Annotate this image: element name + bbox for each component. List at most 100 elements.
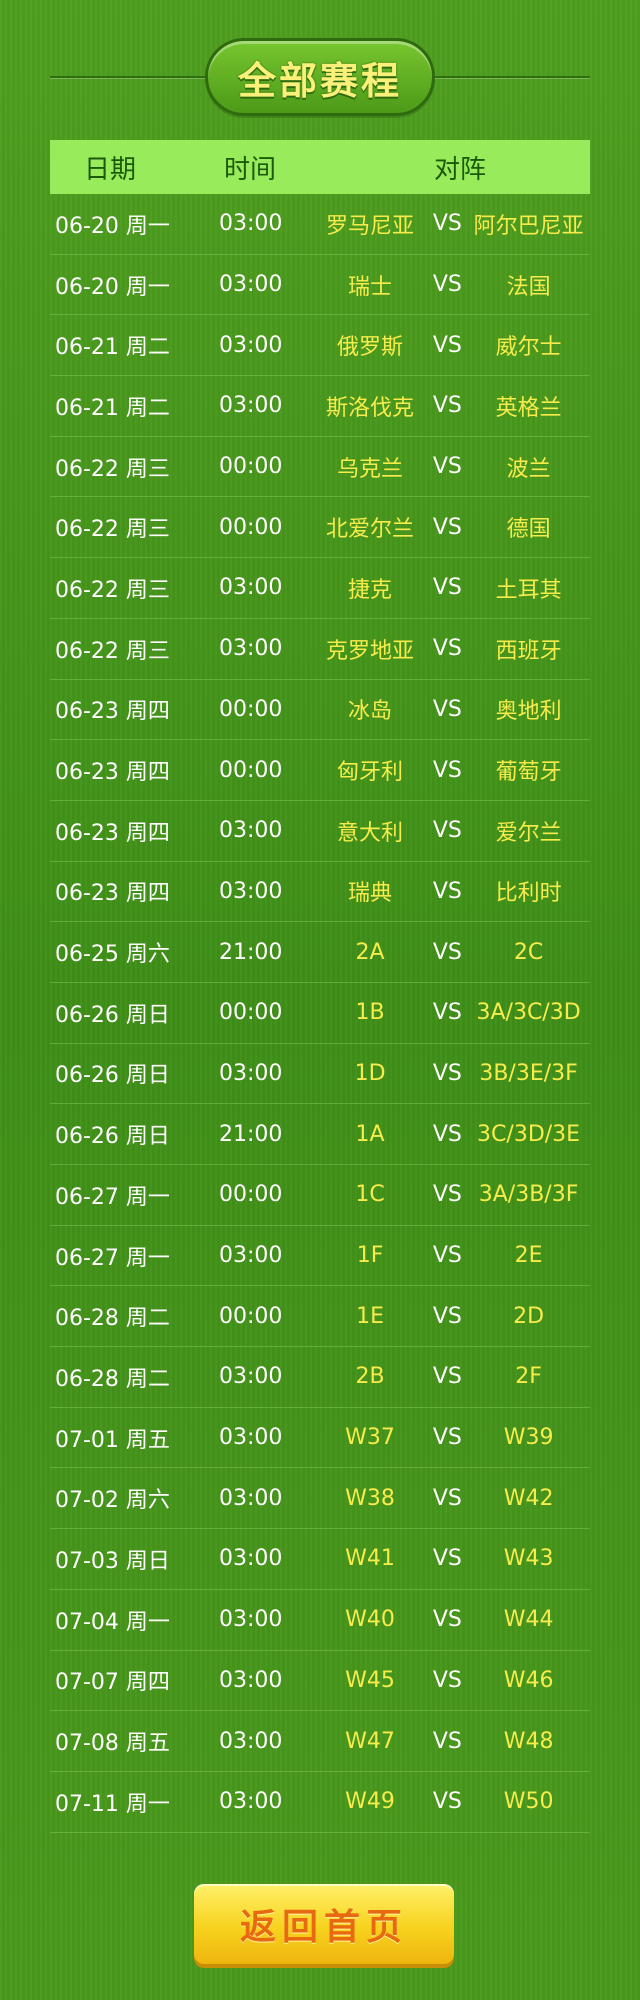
match-time: 00:00 (218, 696, 283, 722)
table-row: 07-01 周五 03:00 W37 VS W39 (50, 1408, 590, 1469)
back-home-button[interactable]: 返回首页 (194, 1884, 454, 1964)
match-date: 07-02 周六 (55, 1488, 170, 1514)
table-body: 06-20 周一 03:00 罗马尼亚 VS 阿尔巴尼亚 06-20 周一 03:00 瑞士 V… (50, 194, 590, 1833)
team-b: W43 (503, 1546, 554, 1572)
match-date: 06-26 周日 (55, 1002, 170, 1028)
match-date: 06-22 周三 (55, 577, 170, 603)
vs-label: VS (432, 1607, 462, 1633)
match-time: 03:00 (218, 393, 283, 419)
team-a: 罗马尼亚 (326, 213, 415, 239)
team-a: 1C (355, 1182, 385, 1208)
team-b: 英格兰 (495, 395, 562, 421)
page-title: 全部赛程 (237, 58, 402, 103)
match-date: 06-20 周一 (55, 213, 170, 239)
table-row: 06-21 周二 03:00 斯洛伐克 VS 英格兰 (50, 376, 590, 437)
match-time: 03:00 (218, 1728, 283, 1754)
title-section: 全部赛程 (0, 34, 640, 120)
team-a: 捷克 (348, 577, 393, 603)
vs-label: VS (432, 939, 462, 965)
match-date: 06-27 周一 (55, 1184, 170, 1210)
team-b: W48 (503, 1728, 554, 1754)
table-row: 06-26 周日 21:00 1A VS 3C/3D/3E (50, 1104, 590, 1165)
match-date: 06-23 周四 (55, 699, 170, 725)
table-row: 06-20 周一 03:00 罗马尼亚 VS 阿尔巴尼亚 (50, 194, 590, 255)
match-time: 03:00 (218, 1546, 283, 1572)
team-a: 俄罗斯 (337, 335, 404, 361)
match-date: 06-21 周二 (55, 395, 170, 421)
team-b: 阿尔巴尼亚 (473, 213, 584, 239)
team-a: 匈牙利 (337, 760, 404, 786)
vs-label: VS (432, 1728, 462, 1754)
team-b: 西班牙 (495, 638, 562, 664)
match-time: 00:00 (218, 454, 283, 480)
match-time: 03:00 (218, 272, 283, 298)
team-a: 1D (354, 1060, 386, 1086)
table-row: 06-23 周四 03:00 意大利 VS 爱尔兰 (50, 801, 590, 862)
team-b: 2C (513, 939, 544, 965)
match-time: 03:00 (218, 211, 283, 237)
team-a: W49 (345, 1789, 395, 1815)
team-a: 2B (355, 1364, 385, 1390)
team-a: 瑞士 (348, 274, 393, 300)
table-row: 06-22 周三 03:00 克罗地亚 VS 西班牙 (50, 619, 590, 680)
header-date: 日期 (83, 154, 136, 185)
table-row: 06-25 周六 21:00 2A VS 2C (50, 922, 590, 983)
vs-label: VS (432, 1364, 462, 1390)
match-time: 03:00 (218, 1789, 283, 1815)
vs-label: VS (432, 878, 462, 904)
team-b: W42 (503, 1485, 554, 1511)
team-b: W50 (503, 1789, 554, 1815)
team-b: 3B/3E/3F (479, 1060, 578, 1086)
team-a: 1B (355, 1000, 385, 1026)
match-date: 07-08 周五 (55, 1731, 170, 1757)
match-date: 06-23 周四 (55, 881, 170, 907)
vs-label: VS (432, 757, 462, 783)
table-row: 06-22 周三 00:00 乌克兰 VS 波兰 (50, 437, 590, 498)
table-row: 06-23 周四 03:00 瑞典 VS 比利时 (50, 862, 590, 923)
team-b: 2F (515, 1364, 542, 1390)
vs-label: VS (432, 1789, 462, 1815)
table-row: 07-11 周一 03:00 W49 VS W50 (50, 1772, 590, 1833)
match-date: 06-20 周一 (55, 274, 170, 300)
team-a: 斯洛伐克 (326, 395, 415, 421)
vs-label: VS (432, 575, 462, 601)
team-b: 爱尔兰 (495, 820, 562, 846)
match-date: 07-01 周五 (55, 1427, 170, 1453)
team-b: 土耳其 (495, 577, 562, 603)
back-home-label: 返回首页 (239, 1907, 408, 1948)
table-row: 06-23 周四 00:00 匈牙利 VS 葡萄牙 (50, 740, 590, 801)
vs-label: VS (432, 636, 462, 662)
team-a: 瑞典 (348, 881, 393, 907)
match-time: 03:00 (218, 818, 283, 844)
team-a: 1A (355, 1121, 385, 1147)
table-row: 06-20 周一 03:00 瑞士 VS 法国 (50, 255, 590, 316)
team-a: W41 (345, 1546, 395, 1572)
team-b: 3A/3B/3F (478, 1182, 579, 1208)
team-b: 葡萄牙 (495, 760, 562, 786)
title-badge: 全部赛程 (205, 38, 435, 116)
table-row: 06-28 周二 03:00 2B VS 2F (50, 1347, 590, 1408)
team-b: 波兰 (506, 456, 551, 482)
match-time: 00:00 (218, 1303, 283, 1329)
vs-label: VS (432, 1303, 462, 1329)
team-b: W39 (503, 1425, 554, 1451)
vs-label: VS (432, 1060, 462, 1086)
title-divider-left (50, 76, 210, 78)
match-time: 03:00 (218, 575, 283, 601)
team-a: W37 (345, 1425, 395, 1451)
team-a: W38 (345, 1485, 395, 1511)
table-row: 07-03 周日 03:00 W41 VS W43 (50, 1529, 590, 1590)
table-row: 06-26 周日 03:00 1D VS 3B/3E/3F (50, 1044, 590, 1105)
team-a: 克罗地亚 (326, 638, 415, 664)
match-date: 06-25 周六 (55, 942, 170, 968)
match-date: 06-28 周二 (55, 1306, 170, 1332)
table-header: 日期 时间 对阵 (50, 140, 590, 194)
team-b: 3C/3D/3E (477, 1121, 581, 1147)
match-date: 06-23 周四 (55, 760, 170, 786)
team-a: 意大利 (337, 820, 404, 846)
team-a: 冰岛 (348, 699, 393, 725)
match-time: 03:00 (218, 1364, 283, 1390)
team-b: 3A/3C/3D (476, 1000, 581, 1026)
vs-label: VS (432, 1667, 462, 1693)
match-time: 03:00 (218, 1060, 283, 1086)
